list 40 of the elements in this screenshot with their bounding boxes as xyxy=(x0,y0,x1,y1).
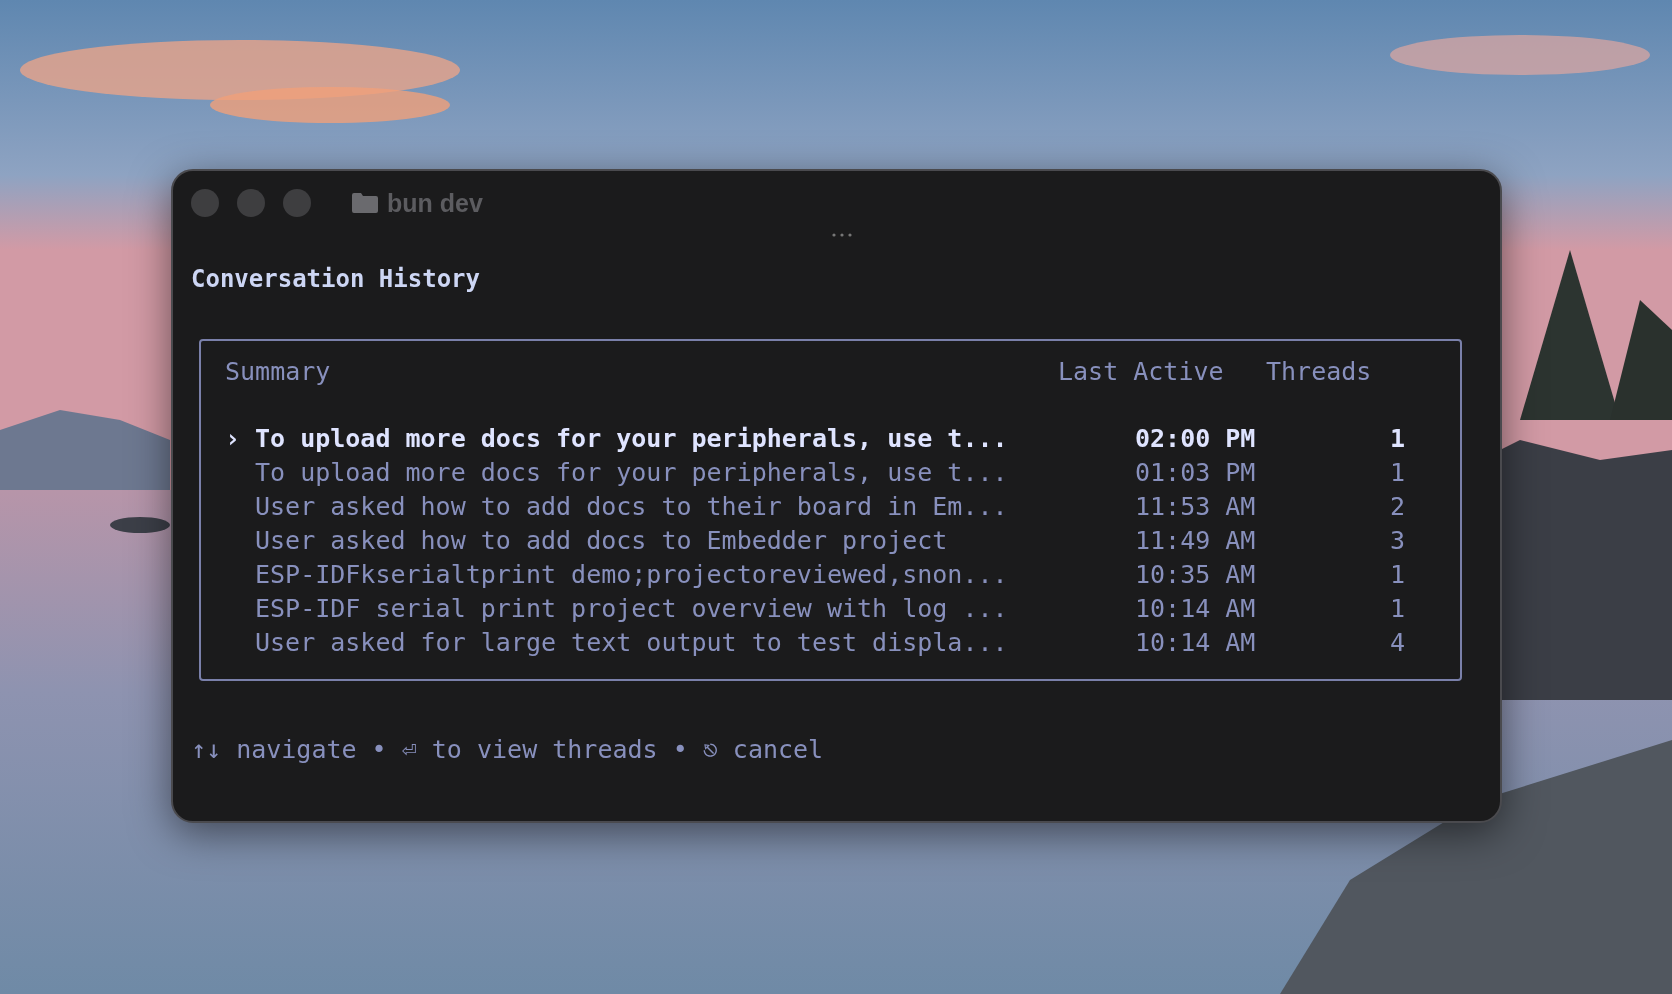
time-cell-text: 01:03 PM xyxy=(1135,457,1257,487)
summary-cell-text: ESP-IDFkserialtprint demo;projectoreviewed,snon... xyxy=(255,559,1009,589)
time-cell-text: 10:14 AM xyxy=(1135,627,1257,657)
key-hints: ↑↓ navigate • ⏎ to view threads • ⎋ cancel xyxy=(191,735,825,764)
summary-cell-text: User asked how to add docs to Embedder project xyxy=(255,525,949,555)
summary-cell-text: User asked how to add docs to their board in Em... xyxy=(255,491,1009,521)
summary-cell-text: To upload more docs for your peripherals, use t... xyxy=(255,457,1009,487)
folder-icon xyxy=(351,192,379,214)
cursor-marker: › xyxy=(225,423,241,453)
threads-cell-text: 4 xyxy=(1388,627,1405,657)
drag-handle-icon xyxy=(831,233,852,237)
history-row[interactable]: ESP-IDFkserialtprint demo;projectoreviewed,snon... 10:35 AM 1 xyxy=(225,557,1460,591)
threads-cell-text: 1 xyxy=(1388,559,1405,589)
heading: Conversation History xyxy=(191,265,481,293)
history-row[interactable]: ESP-IDF serial print project overview with log ... 10:14 AM 1 xyxy=(225,591,1460,625)
threads-cell-text: 1 xyxy=(1388,423,1405,453)
history-row[interactable]: User asked for large text output to test displa... 10:14 AM 4 xyxy=(225,625,1460,659)
column-header: Last Active xyxy=(1058,357,1225,387)
threads-cell-text: 1 xyxy=(1388,593,1405,623)
history-row[interactable]: User asked how to add docs to Embedder project 11:49 AM 3 xyxy=(225,523,1460,557)
summary-cell-text: User asked for large text output to test displa... xyxy=(255,627,1009,657)
time-cell-text: 02:00 PM xyxy=(1135,423,1257,453)
time-cell-text: 10:35 AM xyxy=(1135,559,1257,589)
threads-cell-text: 1 xyxy=(1388,457,1405,487)
threads-cell-text: 2 xyxy=(1388,491,1405,521)
minimize-button[interactable] xyxy=(237,189,265,217)
summary-cell-text: ESP-IDF serial print project overview with log ... xyxy=(255,593,1009,623)
window-title: bun dev xyxy=(387,188,483,218)
history-row[interactable]: User asked how to add docs to their board in Em... 11:53 AM 2 xyxy=(225,489,1460,523)
threads-cell-text: 3 xyxy=(1388,525,1405,555)
zoom-button[interactable] xyxy=(283,189,311,217)
column-header: Threads xyxy=(1266,357,1372,387)
close-button[interactable] xyxy=(191,189,219,217)
summary-cell-text: To upload more docs for your peripherals, use t... xyxy=(255,423,1009,453)
time-cell-text: 11:53 AM xyxy=(1135,491,1257,521)
column-header: Summary xyxy=(225,357,332,387)
history-row[interactable]: To upload more docs for your peripherals, use t... 01:03 PM 1 xyxy=(225,455,1460,489)
history-row[interactable]: › To upload more docs for your peripherals, use t... 02:00 PM 1 xyxy=(225,421,1460,455)
time-cell-text: 11:49 AM xyxy=(1135,525,1257,555)
time-cell-text: 10:14 AM xyxy=(1135,593,1257,623)
